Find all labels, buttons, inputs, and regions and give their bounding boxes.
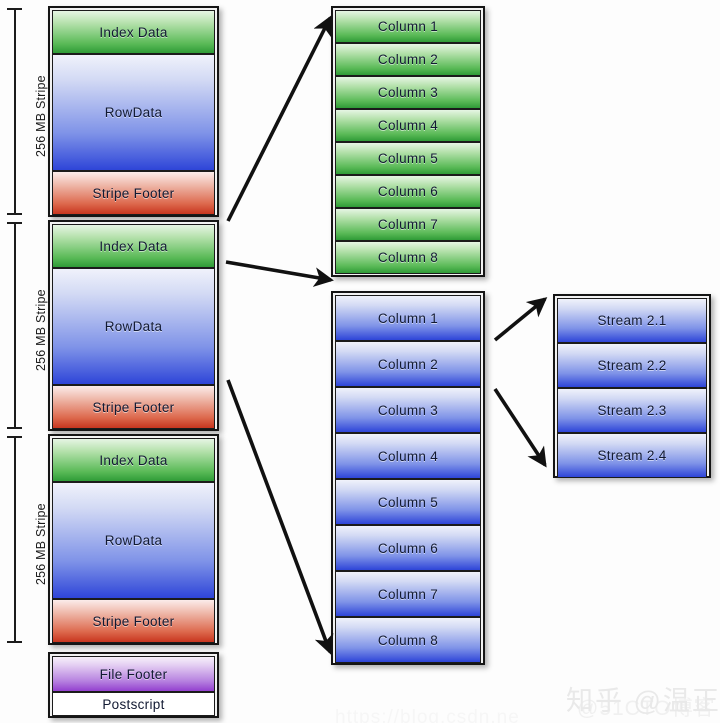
stream-item[interactable]: Stream 2.1 — [557, 298, 707, 343]
bracket-cap-bottom — [7, 213, 22, 215]
watermark-url: https://blog.csdn.ne — [335, 707, 520, 723]
streams-block[interactable]: Stream 2.1 Stream 2.2 Stream 2.3 Stream … — [553, 294, 711, 478]
stripe-bracket-label-3: 256 MB Stripe — [34, 503, 48, 585]
stripe-3-stripe-footer[interactable]: Stripe Footer — [52, 599, 215, 643]
index-columns-block[interactable]: Column 1 Column 2 Column 3 Column 4 Colu… — [331, 6, 485, 277]
row-column-item[interactable]: Column 7 — [335, 571, 481, 617]
connector-stripe2-footer-to-row-columns — [226, 379, 334, 655]
stream-item[interactable]: Stream 2.3 — [557, 388, 707, 433]
stripe-2-index-data[interactable]: Index Data — [52, 224, 215, 268]
bracket-bar — [14, 436, 16, 643]
diagram-canvas: 256 MB Stripe 256 MB Stripe 256 MB Strip… — [0, 0, 720, 723]
index-column-item[interactable]: Column 2 — [335, 43, 481, 76]
stripe-bracket-label-2: 256 MB Stripe — [34, 289, 48, 371]
bracket-bar — [14, 222, 16, 429]
stripe-3-index-data[interactable]: Index Data — [52, 438, 215, 482]
connector-row-column-to-streams-lower — [493, 388, 547, 468]
row-column-item[interactable]: Column 3 — [335, 387, 481, 433]
bracket-bar — [14, 8, 16, 215]
connector-row-column-to-streams-upper — [493, 297, 548, 342]
stream-item[interactable]: Stream 2.2 — [557, 343, 707, 388]
stripe-2-stripe-footer[interactable]: Stripe Footer — [52, 385, 215, 429]
row-column-item[interactable]: Column 6 — [335, 525, 481, 571]
index-column-item[interactable]: Column 1 — [335, 10, 481, 43]
bracket-cap-bottom — [7, 641, 22, 643]
index-column-item[interactable]: Column 6 — [335, 175, 481, 208]
stream-item[interactable]: Stream 2.4 — [557, 433, 707, 478]
file-footer-cell[interactable]: File Footer — [52, 656, 215, 692]
connector-stripe2-index-to-index-columns — [226, 15, 332, 222]
row-column-item[interactable]: Column 5 — [335, 479, 481, 525]
stripe-block-1[interactable]: Index Data RowData Stripe Footer — [48, 6, 219, 217]
stripe-1-stripe-footer[interactable]: Stripe Footer — [52, 171, 215, 215]
stripe-1-index-data[interactable]: Index Data — [52, 10, 215, 54]
row-columns-block[interactable]: Column 1 Column 2 Column 3 Column 4 Colu… — [331, 291, 485, 665]
stripe-2-row-data[interactable]: RowData — [52, 268, 215, 385]
index-column-item[interactable]: Column 4 — [335, 109, 481, 142]
stripe-bracket-1 — [7, 8, 22, 215]
watermark-zhihu: 知乎 @温正湖 — [566, 686, 720, 716]
stripe-bracket-3 — [7, 436, 22, 643]
file-tail-block[interactable]: File Footer Postscript — [48, 652, 219, 718]
watermark-51cto: @51CTO博客 — [577, 697, 716, 720]
stripe-block-2[interactable]: Index Data RowData Stripe Footer — [48, 220, 219, 431]
bracket-cap-bottom — [7, 427, 22, 429]
index-column-item[interactable]: Column 8 — [335, 241, 481, 274]
connector-stripe2-rowdata-to-row-columns — [225, 260, 334, 287]
stripe-1-row-data[interactable]: RowData — [52, 54, 215, 171]
row-column-item[interactable]: Column 4 — [335, 433, 481, 479]
row-column-item[interactable]: Column 2 — [335, 341, 481, 387]
stripe-bracket-label-1: 256 MB Stripe — [34, 75, 48, 157]
stripe-3-row-data[interactable]: RowData — [52, 482, 215, 599]
index-column-item[interactable]: Column 3 — [335, 76, 481, 109]
index-column-item[interactable]: Column 7 — [335, 208, 481, 241]
row-column-item[interactable]: Column 8 — [335, 617, 481, 663]
stripe-block-3[interactable]: Index Data RowData Stripe Footer — [48, 434, 219, 645]
row-column-item[interactable]: Column 1 — [335, 295, 481, 341]
postscript-cell[interactable]: Postscript — [52, 692, 215, 716]
stripe-bracket-2 — [7, 222, 22, 429]
index-column-item[interactable]: Column 5 — [335, 142, 481, 175]
